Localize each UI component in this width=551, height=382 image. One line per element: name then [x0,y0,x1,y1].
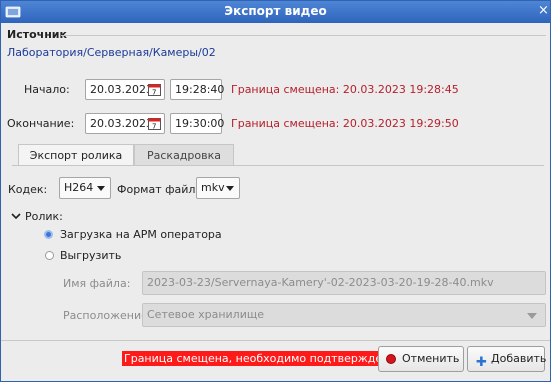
format-value: mkv [201,181,225,194]
plus-icon: ✚ [476,355,487,370]
format-label: Формат файла: [117,183,206,196]
export-video-dialog: Экспорт видео × Источник Лаборатория/Сер… [0,0,551,382]
tab-export-clip[interactable]: Экспорт ролика [18,144,134,166]
start-time-field[interactable]: 19:28:40 [170,79,224,100]
location-select: Сетевое хранилище [142,303,546,327]
location-value: Сетевое хранилище [147,308,264,321]
svg-text:7: 7 [152,123,156,131]
radio-upload-label[interactable]: Загрузка на АРМ оператора [60,228,222,241]
codec-label: Кодек: [8,183,48,196]
chevron-down-icon [226,186,234,191]
radio-export-label[interactable]: Выгрузить [60,249,121,262]
window-title: Экспорт видео [224,4,327,18]
end-date-field[interactable]: 20.03.2023 7 [85,113,165,134]
start-date-field[interactable]: 20.03.2023 7 [85,79,165,100]
source-path: Лаборатория/Серверная/Камеры/02 [7,46,216,59]
chevron-down-icon [527,313,537,319]
start-warning: Граница смещена: 20.03.2023 19:28:45 [231,83,459,96]
calendar-icon[interactable]: 7 [148,83,161,96]
end-label: Окончание: [7,117,75,130]
file-name-label: Имя файла: [63,277,131,290]
add-button[interactable]: ✚ Добавить [467,346,547,372]
location-label: Расположение: [63,309,152,322]
radio-upload[interactable] [44,230,53,239]
codec-value: H264 [64,181,94,194]
format-select[interactable]: mkv [196,177,240,199]
clip-label: Ролик: [25,210,63,223]
cancel-button[interactable]: Отменить [378,346,464,372]
tab-storyboard[interactable]: Раскадровка [134,144,234,166]
record-stop-icon [386,354,396,364]
close-icon[interactable]: × [538,1,550,23]
title-bar: Экспорт видео × [1,1,550,23]
radio-export[interactable] [45,251,54,260]
codec-select[interactable]: H264 [59,177,111,199]
start-date-value: 20.03.2023 [90,83,153,96]
cancel-button-label: Отменить [402,352,460,365]
source-heading: Источник [7,28,67,41]
calendar-icon[interactable]: 7 [148,117,161,130]
add-button-label: Добавить [491,352,547,365]
end-warning: Граница смещена: 20.03.2023 19:29:50 [231,117,459,130]
end-date-value: 20.03.2023 [90,117,153,130]
tab-divider [12,165,544,166]
start-label: Начало: [24,83,70,96]
section-divider [61,35,546,36]
chevron-down-icon[interactable] [11,212,21,220]
chevron-down-icon [97,186,105,191]
file-name-field: 2023-03-23/Servernaya-Kamery'-02-2023-03… [142,271,546,295]
confirmation-alert: Граница смещена, необходимо подтверждени… [122,351,409,366]
svg-text:7: 7 [152,89,156,97]
end-time-field[interactable]: 19:30:00 [170,113,224,134]
footer-divider [1,340,550,341]
